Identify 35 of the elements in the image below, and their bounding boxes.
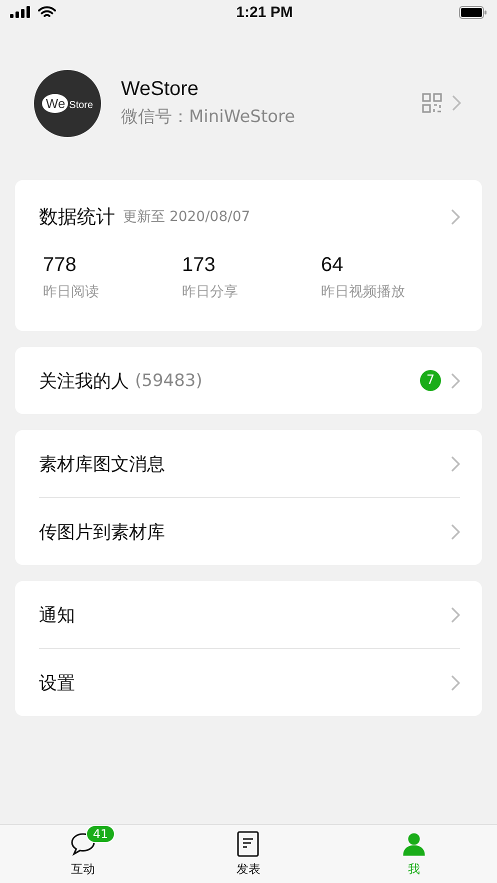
wechat-id: 微信号：MiniWeStore: [121, 106, 296, 128]
follower-count: (59483): [135, 370, 202, 390]
count-badge: 7: [420, 370, 441, 391]
stats-title[interactable]: 数据统计: [39, 204, 115, 230]
stat-value: 173: [182, 254, 216, 277]
stat-value: 64: [321, 254, 344, 277]
menu-item[interactable]: 素材库图文消息: [39, 452, 165, 476]
tab[interactable]: 发表: [166, 825, 332, 883]
chevron-icon[interactable]: [451, 372, 460, 388]
chevron-icon[interactable]: [451, 209, 460, 225]
wifi-icon: [38, 6, 56, 18]
menu-item[interactable]: 设置: [39, 670, 75, 694]
menu-item[interactable]: 传图片到素材库: [39, 520, 165, 544]
update-date: 更新至 2020/08/07: [123, 208, 252, 226]
status-time: 1:21 PM: [236, 4, 293, 20]
stat-label: 昨日阅读: [43, 283, 100, 301]
chevron-icon[interactable]: [452, 95, 461, 111]
chevron-icon[interactable]: [451, 456, 460, 472]
battery-icon: [458, 6, 487, 18]
stat-value: 778: [43, 254, 78, 277]
tab[interactable]: 41 互动: [0, 825, 166, 883]
chevron-icon[interactable]: [451, 674, 460, 690]
menu-item[interactable]: 关注我的人: [39, 368, 129, 392]
person-icon: [402, 832, 426, 856]
document-icon: [237, 830, 260, 856]
unread-badge: 41: [86, 824, 116, 842]
stat-label: 昨日视频播放: [321, 283, 406, 301]
avatar-logo: We Store: [34, 70, 101, 136]
stat-label: 昨日分享: [182, 283, 239, 301]
menu-item[interactable]: 通知: [39, 602, 75, 626]
chevron-icon[interactable]: [451, 524, 460, 540]
qr-code-icon[interactable]: [422, 93, 442, 113]
chevron-icon[interactable]: [451, 606, 460, 622]
account-name: WeStore: [121, 78, 200, 101]
signal-icon: [10, 6, 32, 18]
